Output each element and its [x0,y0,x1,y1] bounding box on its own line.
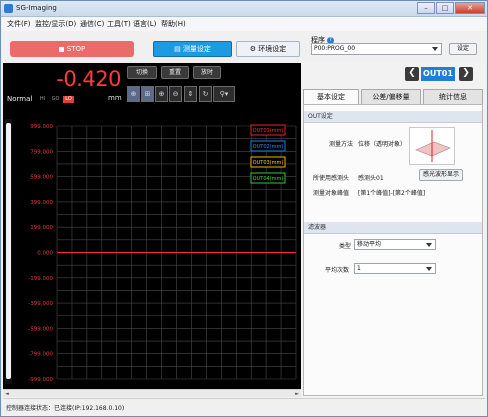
connection-status: 控制器连接状态：已连接(IP:192.168.0.10) [6,405,125,412]
sensor-head-value: 感测头01 [358,175,384,182]
y-tick-label: 799.000 [30,149,53,155]
legend-label-1: OUT01(mm) [253,128,284,134]
filter-type-label: 类型 [339,243,352,250]
peak-label: 测量对象峰值 [313,190,350,197]
show-waveform-button[interactable]: 感光波形显示 [419,169,463,181]
y-tick-label: -599.000 [28,326,53,332]
out-settings-header: OUT设定 [304,111,482,123]
transparent-object-icon [415,130,451,162]
app-window: SG-Imaging – □ ✕ 文件(F) 监控/显示(D) 通信(C) 工具… [0,0,488,417]
next-out-button[interactable]: ❯ [459,67,473,81]
scroll-left-icon[interactable]: ◄ [5,391,9,397]
horizontal-scrollbar[interactable]: ◄ ► [3,389,301,397]
tab-tolerance[interactable]: 公差/偏移量 [361,89,421,104]
y-tick-label: 399.000 [30,200,53,206]
filter-header: 滤波器 [304,222,482,234]
y-tick-label: 199.000 [30,225,53,231]
y-tick-label: 0.000 [37,251,53,257]
y-tick-label: 999.000 [30,124,53,130]
y-tick-label: -199.000 [28,276,53,282]
status-bar: 控制器连接状态：已连接(IP:192.168.0.10) [3,398,485,415]
chevron-down-icon [426,243,432,247]
y-tick-label: -399.000 [28,301,53,307]
y-tick-label: -999.000 [28,377,53,383]
y-tick-label: 599.000 [30,175,53,181]
tab-basic[interactable]: 基本设定 [303,89,359,105]
y-tick-label: -799.000 [28,352,53,358]
current-out: OUT01 [421,67,455,81]
tab-statistics[interactable]: 统计信息 [423,89,483,104]
average-count-label: 平均次数 [325,267,350,274]
average-count-select[interactable]: 1 [354,263,436,274]
legend-label-2: OUT02(mm) [253,144,284,150]
scroll-right-icon[interactable]: ► [295,391,299,397]
measurement-illustration [409,127,455,165]
chevron-down-icon [426,267,432,271]
method-value: 位移（透明对象） [358,141,407,148]
method-label: 测量方法 [329,141,354,148]
prev-out-button[interactable]: ❮ [405,67,419,81]
peak-value: [第1个峰值]-[第2个峰值] [358,190,426,197]
legend-label-3: OUT03(mm) [253,160,284,166]
sensor-head-label: 所使用感测头 [313,175,350,182]
filter-type-select[interactable]: 移动平均 [354,239,436,250]
legend-label-4: OUT04(mm) [253,176,284,182]
